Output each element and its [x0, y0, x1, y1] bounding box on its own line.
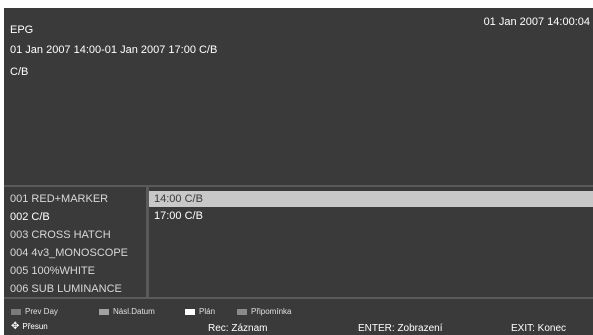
program-name: C/B [10, 66, 29, 78]
enter-hint: ENTER: Zobrazení [358, 323, 443, 334]
prev-day-label: Prev Day [25, 307, 58, 316]
event-item-selected[interactable]: 14:00 C/B [149, 191, 593, 207]
clock: 01 Jan 2007 14:00:04 [483, 16, 590, 28]
channel-item[interactable]: 001 RED+MARKER [10, 191, 108, 208]
program-time-range: 01 Jan 2007 14:00-01 Jan 2007 17:00 C/B [10, 44, 218, 56]
exit-hint: EXIT: Konec [511, 323, 567, 334]
move-hint: ✥ Přesun [11, 322, 48, 332]
event-item[interactable]: 17:00 C/B [149, 208, 593, 224]
color-key-icon [11, 308, 21, 315]
channel-item-selected[interactable]: 002 C/B [10, 209, 50, 226]
move-label: Přesun [22, 322, 48, 331]
next-date-label: Násl.Datum [113, 307, 155, 316]
reminder-label: Připomínka [251, 307, 292, 316]
channel-item[interactable]: 003 CROSS HATCH [10, 227, 111, 244]
next-date-key[interactable]: Násl.Datum [99, 307, 155, 317]
event-list: 14:00 C/B 17:00 C/B [149, 187, 593, 297]
color-key-icon [99, 308, 109, 315]
channel-item[interactable]: 006 SUB LUMINANCE [10, 281, 122, 298]
epg-screen: EPG 01 Jan 2007 14:00:04 01 Jan 2007 14:… [4, 8, 593, 335]
prev-day-key[interactable]: Prev Day [11, 307, 58, 317]
rec-hint: Rec: Záznam [208, 323, 268, 334]
page-title: EPG [10, 24, 34, 36]
plan-label: Plán [199, 307, 216, 316]
program-info-panel: EPG 01 Jan 2007 14:00:04 01 Jan 2007 14:… [4, 8, 593, 184]
color-key-icon [237, 308, 247, 315]
four-way-arrow-icon: ✥ [11, 321, 20, 332]
reminder-key[interactable]: Připomínka [237, 307, 291, 317]
channel-item[interactable]: 004 4v3_MONOSCOPE [10, 245, 128, 262]
channel-list: 001 RED+MARKER 002 C/B 003 CROSS HATCH 0… [4, 187, 146, 297]
plan-key[interactable]: Plán [185, 307, 215, 317]
divider [4, 297, 593, 299]
channel-item[interactable]: 005 100%WHITE [10, 263, 95, 280]
color-key-icon [185, 308, 195, 315]
